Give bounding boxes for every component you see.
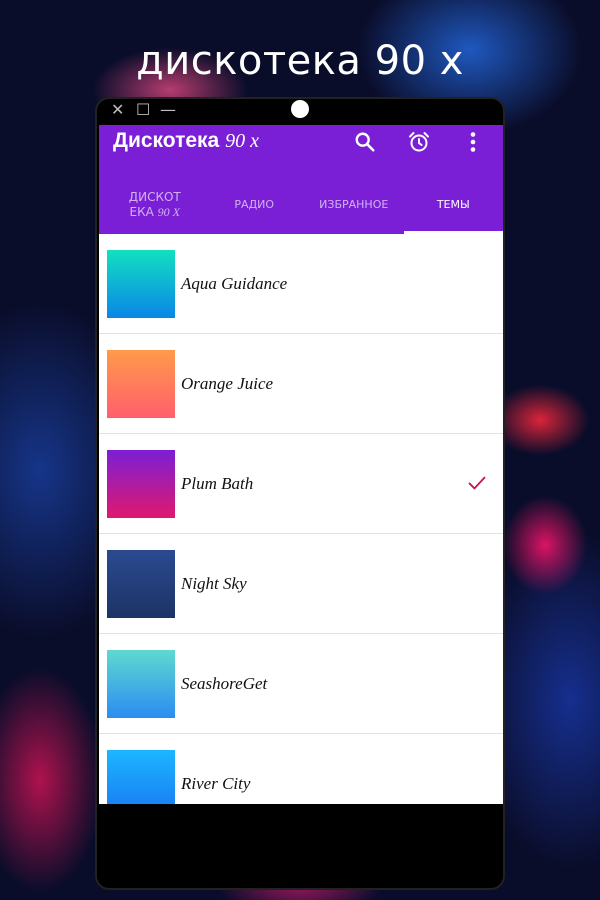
tab-themes-label: ТЕМЫ xyxy=(436,198,470,211)
minimize-icon[interactable]: — xyxy=(160,102,176,118)
theme-list: Aqua Guidance Orange Juice Plum Bath Night … xyxy=(99,234,503,804)
app-title: Дискотека 90 х xyxy=(113,129,259,153)
theme-item[interactable]: Plum Bath xyxy=(99,434,503,534)
tab-radio-label: РАДИО xyxy=(234,198,275,211)
search-button[interactable] xyxy=(349,129,381,155)
theme-item[interactable]: Orange Juice xyxy=(99,334,503,434)
theme-name: River City xyxy=(181,773,251,793)
search-icon xyxy=(355,132,375,152)
tab-diskoteka-line2: ЕКА xyxy=(129,204,154,219)
more-options-button[interactable] xyxy=(457,129,489,155)
theme-swatch xyxy=(107,449,175,518)
more-vert-icon xyxy=(470,132,476,152)
theme-item[interactable]: Aqua Guidance xyxy=(99,234,503,334)
app-bar: Дискотека 90 х ДИСКОТ ЕКА 90 Х РАДИО ИЗБ… xyxy=(99,125,503,234)
theme-name: Aqua Guidance xyxy=(181,273,288,293)
tab-favorites-label: ИЗБРАННОЕ xyxy=(319,198,389,211)
app-screen: Дискотека 90 х ДИСКОТ ЕКА 90 Х РАДИО ИЗБ… xyxy=(99,125,503,804)
theme-item[interactable]: River City xyxy=(99,734,503,804)
theme-item[interactable]: SeashoreGet xyxy=(99,634,503,734)
tab-bar: ДИСКОТ ЕКА 90 Х РАДИО ИЗБРАННОЕ ТЕМЫ xyxy=(99,175,503,234)
tab-radio[interactable]: РАДИО xyxy=(205,175,305,234)
theme-swatch xyxy=(107,649,175,718)
check-icon xyxy=(468,476,486,490)
alarm-clock-icon xyxy=(409,132,429,152)
close-icon[interactable]: ✕ xyxy=(111,102,124,118)
theme-swatch xyxy=(107,549,175,618)
action-bar xyxy=(349,129,489,155)
theme-item[interactable]: Night Sky xyxy=(99,534,503,634)
promo-headline: дискотека 90 х xyxy=(136,38,464,84)
theme-name: Orange Juice xyxy=(181,373,274,393)
theme-name: Night Sky xyxy=(181,573,247,593)
theme-swatch xyxy=(107,749,175,804)
theme-name: SeashoreGet xyxy=(181,673,268,693)
theme-swatch xyxy=(107,249,175,318)
app-title-italic: 90 х xyxy=(225,130,259,152)
tab-themes[interactable]: ТЕМЫ xyxy=(403,175,504,234)
camera-dot xyxy=(291,100,309,118)
maximize-icon[interactable]: ☐ xyxy=(136,102,150,118)
tab-diskoteka-italic: 90 Х xyxy=(157,204,180,219)
tab-diskoteka-line1: ДИСКОТ xyxy=(128,189,181,204)
tab-favorites[interactable]: ИЗБРАННОЕ xyxy=(304,175,404,234)
theme-swatch xyxy=(107,349,175,418)
theme-name: Plum Bath xyxy=(181,473,254,493)
tab-diskoteka[interactable]: ДИСКОТ ЕКА 90 Х xyxy=(99,175,205,234)
app-title-main: Дискотека xyxy=(113,129,220,152)
alarm-button[interactable] xyxy=(403,129,435,155)
tab-diskoteka-label: ДИСКОТ ЕКА 90 Х xyxy=(129,190,181,220)
